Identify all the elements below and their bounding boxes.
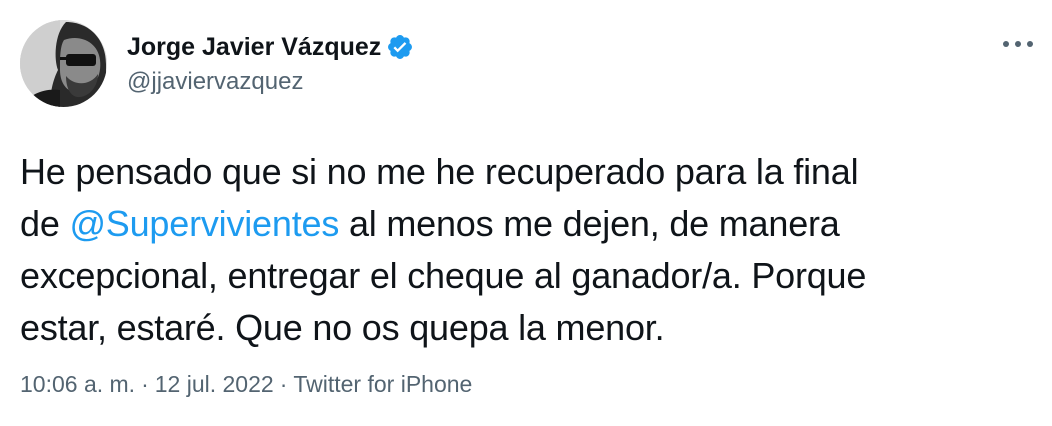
tweet-time[interactable]: 10:06 a. m. [20,371,135,397]
author-display-name[interactable]: Jorge Javier Vázquez [127,33,381,62]
avatar[interactable] [20,20,107,107]
tweet-text: He pensado que si no me he recuperado pa… [20,146,1030,354]
tweet-date[interactable]: 12 jul. 2022 [155,371,274,397]
tweet-line: excepcional, entregar el cheque al ganad… [20,250,1030,302]
tweet-text-segment: He pensado que si no me he recuperado pa… [20,151,859,192]
tweet-line: de @Supervivientes al menos me dejen, de… [20,198,1030,250]
more-dot [1015,41,1021,47]
tweet-text-segment: de [20,203,70,244]
author-name-row: Jorge Javier Vázquez [127,32,414,62]
tweet-text-segment: estar, estaré. Que no os quepa la menor. [20,307,665,348]
author-block: Jorge Javier Vázquez @jjaviervazquez [127,32,414,96]
more-dot [1027,41,1033,47]
tweet-source[interactable]: Twitter for iPhone [293,371,472,397]
tweet-line: estar, estaré. Que no os quepa la menor. [20,302,1030,354]
meta-separator: · [141,371,149,397]
more-horizontal-icon[interactable] [1003,36,1033,52]
tweet-text-segment: al menos me dejen, de manera [339,203,840,244]
tweet-card: Jorge Javier Vázquez @jjaviervazquez He … [0,0,1052,426]
tweet-text-segment: excepcional, entregar el cheque al ganad… [20,255,867,296]
author-handle[interactable]: @jjaviervazquez [127,68,414,96]
tweet-meta: 10:06 a. m. · 12 jul. 2022 · Twitter for iPh… [20,371,472,398]
verified-badge-icon [386,33,414,61]
tweet-line: He pensado que si no me he recuperado pa… [20,146,1030,198]
mention-link[interactable]: @Supervivientes [69,203,339,244]
meta-separator: · [279,371,288,397]
more-dot [1003,41,1009,47]
